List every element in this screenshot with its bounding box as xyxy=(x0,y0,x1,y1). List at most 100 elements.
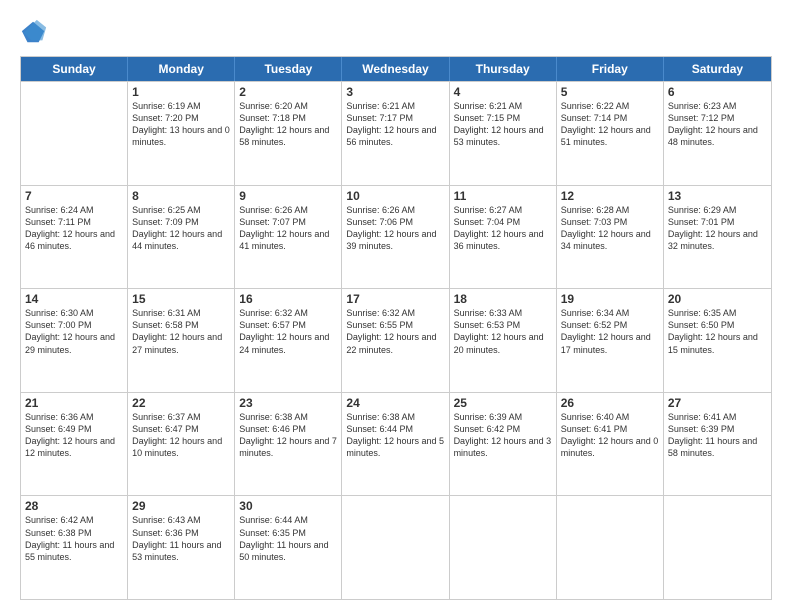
day-number: 18 xyxy=(454,292,552,306)
cell-info: Sunrise: 6:20 AMSunset: 7:18 PMDaylight:… xyxy=(239,100,337,149)
calendar-cell: 5Sunrise: 6:22 AMSunset: 7:14 PMDaylight… xyxy=(557,82,664,185)
day-number: 20 xyxy=(668,292,767,306)
calendar-cell: 11Sunrise: 6:27 AMSunset: 7:04 PMDayligh… xyxy=(450,186,557,289)
calendar-body: 1Sunrise: 6:19 AMSunset: 7:20 PMDaylight… xyxy=(21,81,771,599)
calendar: SundayMondayTuesdayWednesdayThursdayFrid… xyxy=(20,56,772,600)
day-number: 29 xyxy=(132,499,230,513)
header xyxy=(20,18,772,46)
calendar-cell: 9Sunrise: 6:26 AMSunset: 7:07 PMDaylight… xyxy=(235,186,342,289)
cell-info: Sunrise: 6:43 AMSunset: 6:36 PMDaylight:… xyxy=(132,514,230,563)
day-header: Sunday xyxy=(21,57,128,81)
calendar-cell: 2Sunrise: 6:20 AMSunset: 7:18 PMDaylight… xyxy=(235,82,342,185)
logo xyxy=(20,18,50,46)
calendar-cell: 24Sunrise: 6:38 AMSunset: 6:44 PMDayligh… xyxy=(342,393,449,496)
calendar-cell: 19Sunrise: 6:34 AMSunset: 6:52 PMDayligh… xyxy=(557,289,664,392)
calendar-header: SundayMondayTuesdayWednesdayThursdayFrid… xyxy=(21,57,771,81)
day-number: 5 xyxy=(561,85,659,99)
calendar-cell: 16Sunrise: 6:32 AMSunset: 6:57 PMDayligh… xyxy=(235,289,342,392)
calendar-cell: 14Sunrise: 6:30 AMSunset: 7:00 PMDayligh… xyxy=(21,289,128,392)
day-number: 9 xyxy=(239,189,337,203)
day-number: 27 xyxy=(668,396,767,410)
calendar-cell: 23Sunrise: 6:38 AMSunset: 6:46 PMDayligh… xyxy=(235,393,342,496)
cell-info: Sunrise: 6:41 AMSunset: 6:39 PMDaylight:… xyxy=(668,411,767,460)
cell-info: Sunrise: 6:22 AMSunset: 7:14 PMDaylight:… xyxy=(561,100,659,149)
calendar-cell: 4Sunrise: 6:21 AMSunset: 7:15 PMDaylight… xyxy=(450,82,557,185)
day-header: Thursday xyxy=(450,57,557,81)
day-header: Tuesday xyxy=(235,57,342,81)
day-header: Saturday xyxy=(664,57,771,81)
calendar-cell xyxy=(21,82,128,185)
calendar-cell: 3Sunrise: 6:21 AMSunset: 7:17 PMDaylight… xyxy=(342,82,449,185)
calendar-cell: 1Sunrise: 6:19 AMSunset: 7:20 PMDaylight… xyxy=(128,82,235,185)
cell-info: Sunrise: 6:33 AMSunset: 6:53 PMDaylight:… xyxy=(454,307,552,356)
cell-info: Sunrise: 6:35 AMSunset: 6:50 PMDaylight:… xyxy=(668,307,767,356)
day-number: 11 xyxy=(454,189,552,203)
calendar-cell: 29Sunrise: 6:43 AMSunset: 6:36 PMDayligh… xyxy=(128,496,235,599)
calendar-cell xyxy=(557,496,664,599)
calendar-cell: 21Sunrise: 6:36 AMSunset: 6:49 PMDayligh… xyxy=(21,393,128,496)
cell-info: Sunrise: 6:34 AMSunset: 6:52 PMDaylight:… xyxy=(561,307,659,356)
cell-info: Sunrise: 6:21 AMSunset: 7:17 PMDaylight:… xyxy=(346,100,444,149)
cell-info: Sunrise: 6:31 AMSunset: 6:58 PMDaylight:… xyxy=(132,307,230,356)
calendar-row: 7Sunrise: 6:24 AMSunset: 7:11 PMDaylight… xyxy=(21,185,771,289)
day-number: 19 xyxy=(561,292,659,306)
cell-info: Sunrise: 6:27 AMSunset: 7:04 PMDaylight:… xyxy=(454,204,552,253)
cell-info: Sunrise: 6:42 AMSunset: 6:38 PMDaylight:… xyxy=(25,514,123,563)
page: SundayMondayTuesdayWednesdayThursdayFrid… xyxy=(0,0,792,612)
calendar-row: 1Sunrise: 6:19 AMSunset: 7:20 PMDaylight… xyxy=(21,81,771,185)
cell-info: Sunrise: 6:19 AMSunset: 7:20 PMDaylight:… xyxy=(132,100,230,149)
day-number: 10 xyxy=(346,189,444,203)
calendar-cell xyxy=(342,496,449,599)
day-number: 2 xyxy=(239,85,337,99)
cell-info: Sunrise: 6:29 AMSunset: 7:01 PMDaylight:… xyxy=(668,204,767,253)
cell-info: Sunrise: 6:36 AMSunset: 6:49 PMDaylight:… xyxy=(25,411,123,460)
calendar-cell: 12Sunrise: 6:28 AMSunset: 7:03 PMDayligh… xyxy=(557,186,664,289)
day-number: 25 xyxy=(454,396,552,410)
cell-info: Sunrise: 6:39 AMSunset: 6:42 PMDaylight:… xyxy=(454,411,552,460)
cell-info: Sunrise: 6:38 AMSunset: 6:44 PMDaylight:… xyxy=(346,411,444,460)
calendar-row: 14Sunrise: 6:30 AMSunset: 7:00 PMDayligh… xyxy=(21,288,771,392)
day-number: 30 xyxy=(239,499,337,513)
calendar-cell: 22Sunrise: 6:37 AMSunset: 6:47 PMDayligh… xyxy=(128,393,235,496)
day-number: 26 xyxy=(561,396,659,410)
cell-info: Sunrise: 6:44 AMSunset: 6:35 PMDaylight:… xyxy=(239,514,337,563)
cell-info: Sunrise: 6:26 AMSunset: 7:06 PMDaylight:… xyxy=(346,204,444,253)
cell-info: Sunrise: 6:32 AMSunset: 6:55 PMDaylight:… xyxy=(346,307,444,356)
day-number: 22 xyxy=(132,396,230,410)
logo-icon xyxy=(20,18,48,46)
calendar-cell: 15Sunrise: 6:31 AMSunset: 6:58 PMDayligh… xyxy=(128,289,235,392)
day-number: 4 xyxy=(454,85,552,99)
calendar-cell: 20Sunrise: 6:35 AMSunset: 6:50 PMDayligh… xyxy=(664,289,771,392)
day-number: 24 xyxy=(346,396,444,410)
day-number: 12 xyxy=(561,189,659,203)
calendar-cell: 8Sunrise: 6:25 AMSunset: 7:09 PMDaylight… xyxy=(128,186,235,289)
cell-info: Sunrise: 6:28 AMSunset: 7:03 PMDaylight:… xyxy=(561,204,659,253)
calendar-cell: 26Sunrise: 6:40 AMSunset: 6:41 PMDayligh… xyxy=(557,393,664,496)
cell-info: Sunrise: 6:24 AMSunset: 7:11 PMDaylight:… xyxy=(25,204,123,253)
day-number: 28 xyxy=(25,499,123,513)
day-number: 15 xyxy=(132,292,230,306)
calendar-cell: 6Sunrise: 6:23 AMSunset: 7:12 PMDaylight… xyxy=(664,82,771,185)
day-number: 16 xyxy=(239,292,337,306)
cell-info: Sunrise: 6:30 AMSunset: 7:00 PMDaylight:… xyxy=(25,307,123,356)
cell-info: Sunrise: 6:21 AMSunset: 7:15 PMDaylight:… xyxy=(454,100,552,149)
cell-info: Sunrise: 6:40 AMSunset: 6:41 PMDaylight:… xyxy=(561,411,659,460)
calendar-cell: 13Sunrise: 6:29 AMSunset: 7:01 PMDayligh… xyxy=(664,186,771,289)
day-number: 3 xyxy=(346,85,444,99)
cell-info: Sunrise: 6:23 AMSunset: 7:12 PMDaylight:… xyxy=(668,100,767,149)
day-number: 14 xyxy=(25,292,123,306)
day-number: 6 xyxy=(668,85,767,99)
calendar-row: 21Sunrise: 6:36 AMSunset: 6:49 PMDayligh… xyxy=(21,392,771,496)
calendar-row: 28Sunrise: 6:42 AMSunset: 6:38 PMDayligh… xyxy=(21,495,771,599)
calendar-cell: 25Sunrise: 6:39 AMSunset: 6:42 PMDayligh… xyxy=(450,393,557,496)
day-number: 23 xyxy=(239,396,337,410)
calendar-cell xyxy=(450,496,557,599)
calendar-cell: 18Sunrise: 6:33 AMSunset: 6:53 PMDayligh… xyxy=(450,289,557,392)
cell-info: Sunrise: 6:37 AMSunset: 6:47 PMDaylight:… xyxy=(132,411,230,460)
calendar-cell: 7Sunrise: 6:24 AMSunset: 7:11 PMDaylight… xyxy=(21,186,128,289)
calendar-cell: 28Sunrise: 6:42 AMSunset: 6:38 PMDayligh… xyxy=(21,496,128,599)
day-header: Wednesday xyxy=(342,57,449,81)
calendar-cell: 30Sunrise: 6:44 AMSunset: 6:35 PMDayligh… xyxy=(235,496,342,599)
cell-info: Sunrise: 6:32 AMSunset: 6:57 PMDaylight:… xyxy=(239,307,337,356)
day-number: 7 xyxy=(25,189,123,203)
